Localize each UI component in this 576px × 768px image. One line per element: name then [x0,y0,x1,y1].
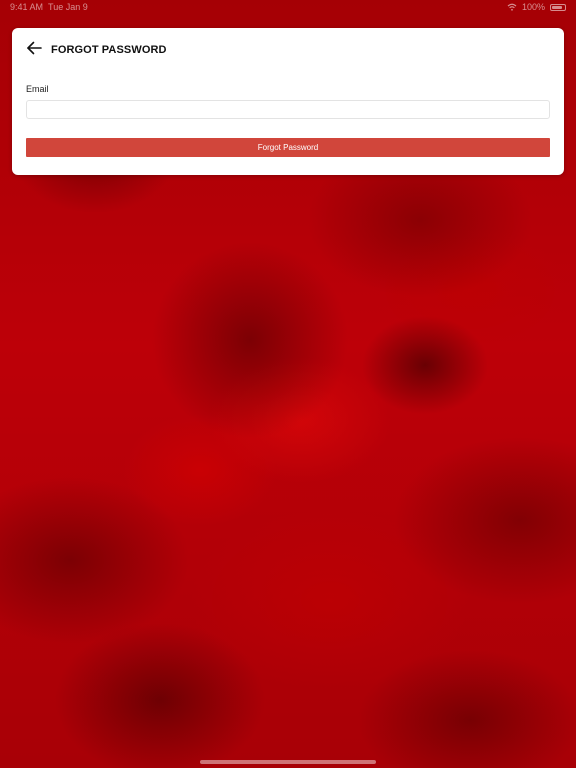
forgot-password-card: FORGOT PASSWORD Email Forgot Password [12,28,564,175]
battery-percent: 100% [521,2,545,12]
battery-icon [550,3,566,11]
status-time: 9:41 AM [10,2,44,12]
screen: 9:41 AM Tue Jan 9 100% FORGOT PASSWORD E… [0,0,576,768]
status-right: 100% [507,2,566,12]
arrow-left-icon [26,41,42,60]
page-title: FORGOT PASSWORD [51,44,167,56]
wifi-icon [507,3,517,11]
email-field[interactable] [26,100,550,119]
home-indicator[interactable] [200,760,376,764]
back-button[interactable] [24,40,44,60]
status-date: Tue Jan 9 [48,2,88,12]
status-bar: 9:41 AM Tue Jan 9 100% [0,0,576,14]
forgot-password-button[interactable]: Forgot Password [26,138,550,157]
status-left: 9:41 AM Tue Jan 9 [10,2,88,12]
email-label: Email [26,84,49,94]
